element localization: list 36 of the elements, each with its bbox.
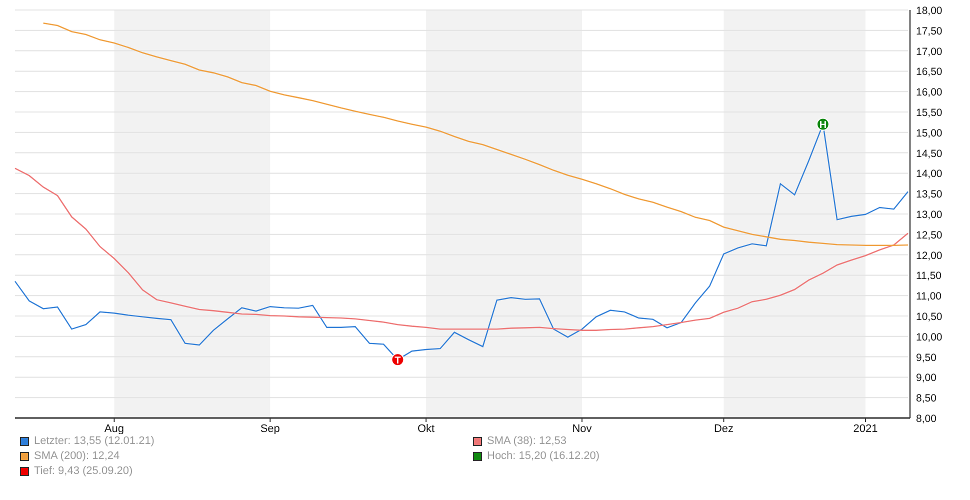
x-axis-label: Aug [104,423,124,434]
y-axis-label: 9,00 [916,372,936,384]
y-axis-label: 13,00 [916,209,942,221]
y-axis-label: 11,00 [916,290,942,303]
legend-label: SMA (200): 12,24 [34,450,120,462]
legend-label: Hoch: 15,20 (16.12.20) [487,450,600,462]
y-axis-label: 11,50 [916,270,942,282]
y-axis-label: 12,00 [916,250,942,262]
x-axis-label: Sep [260,423,280,434]
y-axis-label: 16,50 [916,66,942,78]
y-axis-label: 15,50 [916,107,942,119]
legend-label: Tief: 9,43 (25.09.20) [34,465,133,477]
y-axis-label: 18,00 [916,5,942,17]
y-axis-label: 8,50 [916,392,936,405]
y-axis-label: 14,50 [916,148,942,160]
annotation: H [819,120,827,132]
marker-badge: H [816,118,830,132]
marker-badge: T [391,353,404,367]
y-axis-label: 15,00 [916,127,942,140]
y-axis-label: 12,50 [916,229,942,242]
legend-label: Letzter: 13,55 (12.01.21) [34,435,154,447]
y-axis-label: 9,50 [916,352,936,364]
y-axis-label: 10,50 [916,311,942,323]
x-axis-label: Okt [418,423,435,434]
y-axis-label: 8,00 [916,413,936,425]
y-axis-label: 17,50 [916,25,942,38]
x-axis-label: Nov [572,423,592,434]
legend-label: SMA (38): 12,53 [487,435,566,447]
x-axis-label: Dez [714,423,734,434]
x-axis-label: 2021 [853,423,878,434]
y-axis-label: 13,50 [916,188,942,201]
y-axis-label: 17,00 [916,46,942,58]
annotation: T [394,356,401,367]
y-axis-label: 16,00 [916,86,942,99]
y-axis-label: 14,00 [916,168,942,180]
y-axis-label: 10,00 [916,331,942,344]
